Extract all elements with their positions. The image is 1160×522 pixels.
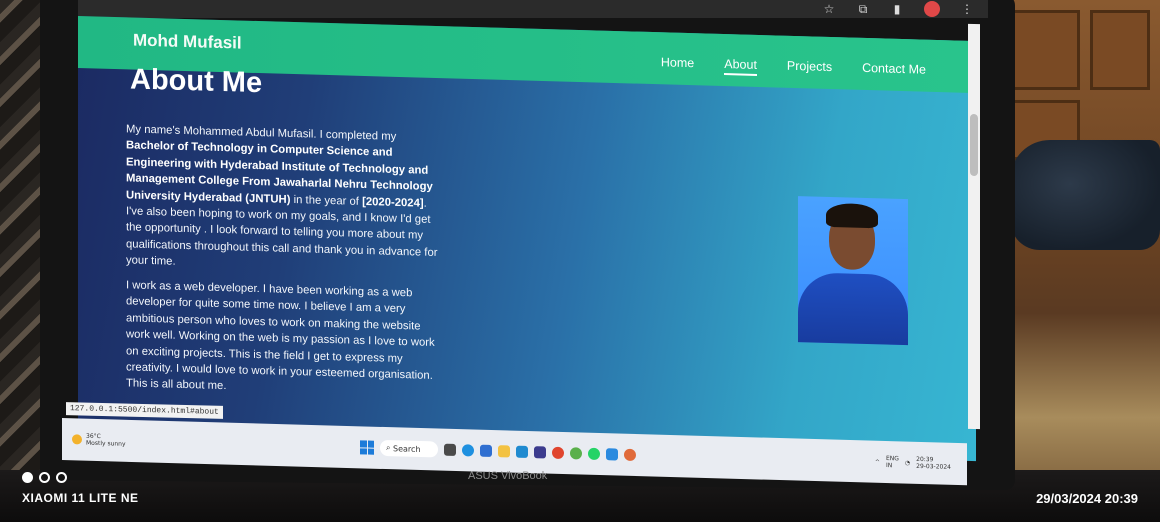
nav-contact[interactable]: Contact Me	[862, 61, 926, 81]
weather-widget[interactable]: 36°C Mostly sunny	[62, 432, 126, 448]
system-tray: ^ ENG IN ◔ 20:39 29-03-2024	[875, 455, 951, 471]
para1-text-c: in the year of	[290, 193, 363, 208]
clock-date[interactable]: 29-03-2024	[916, 463, 951, 471]
star-icon[interactable]: ☆	[822, 2, 836, 16]
taskbar-apps: ⌕ Search	[360, 439, 636, 463]
task-view-icon[interactable]	[444, 443, 456, 457]
tray-chevron-icon[interactable]: ^	[875, 458, 880, 465]
backpack	[1010, 140, 1160, 250]
door-panel	[1010, 10, 1080, 90]
menu-kebab-icon[interactable]: ⋮	[960, 2, 974, 16]
weather-desc: Mostly sunny	[86, 439, 126, 448]
search-label: Search	[393, 443, 421, 454]
web-page: Mohd Mufasil Home About Projects Contact…	[78, 16, 976, 462]
dot-indicator	[39, 472, 50, 483]
photo-hair	[826, 202, 878, 229]
app-icon[interactable]	[534, 446, 546, 459]
about-heading: About Me	[130, 63, 263, 100]
nav-home[interactable]: Home	[661, 55, 694, 74]
language-region: IN	[885, 462, 893, 470]
windows-start-icon[interactable]	[360, 440, 374, 455]
chrome-icon[interactable]	[552, 446, 564, 460]
about-paragraph-1: My name's Mohammed Abdul Mufasil. I comp…	[126, 121, 446, 278]
door-panel	[1090, 10, 1150, 90]
store-icon[interactable]	[480, 444, 492, 458]
profile-photo	[798, 196, 908, 346]
camera-mode-dots	[22, 472, 67, 483]
browser-toolbar: ☆ ⧉ ▮ ⋮	[78, 0, 988, 18]
nav-links: Home About Projects Contact Me	[661, 55, 926, 80]
profile-avatar[interactable]	[924, 1, 940, 17]
file-explorer-icon[interactable]	[498, 445, 510, 458]
dot-indicator	[22, 472, 33, 483]
camera-watermark: XIAOMI 11 LITE NE	[22, 491, 139, 505]
site-brand[interactable]: Mohd Mufasil	[133, 31, 242, 54]
edge-icon[interactable]	[462, 444, 474, 457]
vscode-icon[interactable]	[606, 448, 618, 461]
nav-about[interactable]: About	[724, 57, 757, 76]
laptop-brand-label: ASUS VivoBook	[468, 470, 548, 482]
sun-icon	[72, 434, 82, 445]
scrollbar-thumb[interactable]	[970, 113, 978, 177]
about-paragraph-2: I work as a web developer. I have been w…	[126, 279, 435, 393]
dot-indicator	[56, 472, 67, 483]
photo-shirt	[798, 272, 908, 346]
nav-projects[interactable]: Projects	[787, 59, 832, 78]
taskbar-search[interactable]: ⌕ Search	[380, 439, 438, 458]
para1-years: [2020-2024]	[362, 195, 424, 210]
extensions-icon[interactable]: ⧉	[856, 2, 870, 16]
whatsapp-icon[interactable]	[588, 447, 600, 461]
wifi-icon[interactable]: ◔	[905, 459, 910, 466]
browser-icon[interactable]	[624, 448, 636, 462]
photo-timestamp: 29/03/2024 20:39	[1036, 491, 1138, 506]
app-icon[interactable]	[570, 447, 582, 460]
sidepanel-icon[interactable]: ▮	[890, 2, 904, 16]
page-scrollbar[interactable]	[968, 23, 980, 430]
media-icon[interactable]	[516, 445, 528, 459]
